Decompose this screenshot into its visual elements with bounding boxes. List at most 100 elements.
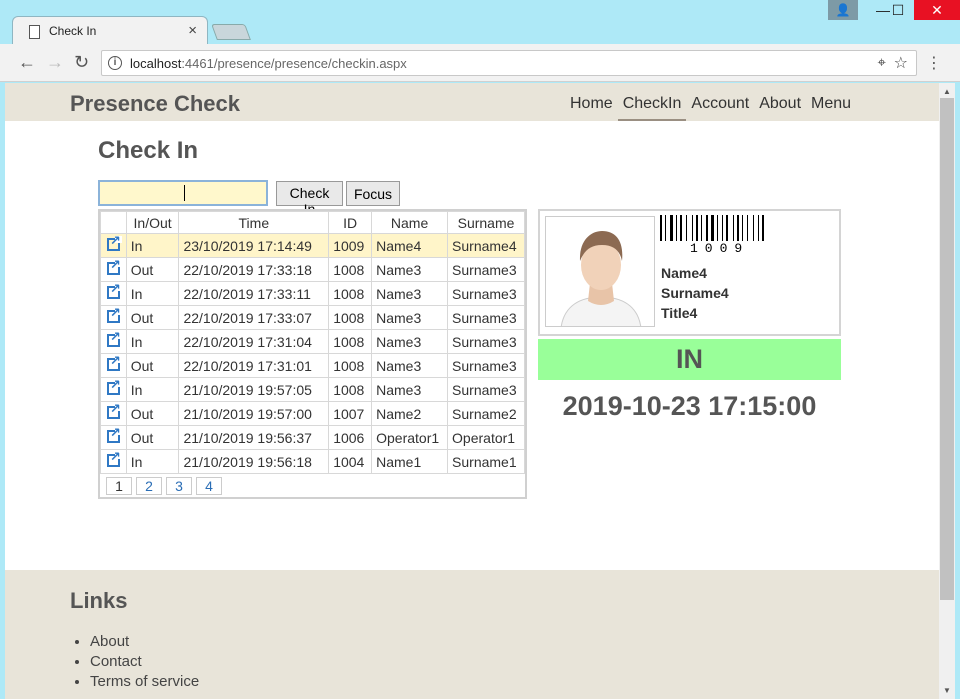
page-link-4[interactable]: 4 <box>196 477 222 495</box>
nav-menu[interactable]: Menu <box>806 83 856 121</box>
row-link-cell <box>100 353 127 378</box>
open-external-icon[interactable] <box>106 329 122 347</box>
column-header-id[interactable]: ID <box>328 211 373 234</box>
open-external-icon[interactable] <box>106 353 122 371</box>
page-link-1[interactable]: 1 <box>106 477 132 495</box>
pager: 1 2 3 4 <box>106 477 222 495</box>
column-header-time[interactable]: Time <box>178 211 330 234</box>
row-link-cell <box>100 401 127 426</box>
barcode-bar <box>742 215 743 241</box>
nav-account[interactable]: Account <box>686 83 754 121</box>
page-link-2[interactable]: 2 <box>136 477 162 495</box>
nav-home[interactable]: Home <box>565 83 618 121</box>
cell-surname: Surname3 <box>447 257 525 282</box>
cell-time: 21/10/2019 19:56:37 <box>178 425 330 450</box>
cell-inout: In <box>125 449 180 474</box>
card-surname: Surname4 <box>661 285 729 301</box>
scrollbar-thumb[interactable] <box>940 98 954 600</box>
row-link-cell <box>100 233 127 258</box>
table-row[interactable]: Out22/10/2019 17:33:071008Name3Surname3 <box>100 305 525 330</box>
cell-time: 21/10/2019 19:57:05 <box>178 377 330 402</box>
maximize-button[interactable]: ☐ <box>883 0 913 20</box>
table-row[interactable]: In21/10/2019 19:56:181004Name1Surname1 <box>100 449 525 474</box>
barcode-image <box>660 215 764 241</box>
cell-name: Name3 <box>371 377 449 402</box>
forward-icon[interactable]: → <box>46 52 64 73</box>
footer-link-about[interactable]: About <box>90 632 199 652</box>
cell-time: 22/10/2019 17:33:11 <box>178 281 330 306</box>
open-external-icon[interactable] <box>106 377 122 395</box>
barcode-bar <box>747 215 748 241</box>
table-row[interactable]: In23/10/2019 17:14:491009Name4Surname4 <box>100 233 525 258</box>
row-link-cell <box>100 257 127 282</box>
cell-inout: In <box>125 233 180 258</box>
id-input[interactable] <box>98 180 268 206</box>
footer-link-contact[interactable]: Contact <box>90 652 199 672</box>
row-link-cell <box>100 305 127 330</box>
table-row[interactable]: In22/10/2019 17:31:041008Name3Surname3 <box>100 329 525 354</box>
back-icon[interactable]: ← <box>18 52 36 73</box>
cell-id: 1008 <box>328 329 373 354</box>
open-external-icon[interactable] <box>106 449 122 467</box>
table-row[interactable]: In22/10/2019 17:33:111008Name3Surname3 <box>100 281 525 306</box>
info-icon[interactable]: i <box>108 56 122 70</box>
row-link-cell <box>100 377 127 402</box>
site-footer: Links About Contact Terms of service <box>5 570 939 699</box>
open-external-icon[interactable] <box>106 305 122 323</box>
column-header-inout[interactable]: In/Out <box>125 211 180 234</box>
bookmark-star-icon[interactable]: ☆ <box>894 53 908 73</box>
close-tab-icon[interactable]: × <box>188 22 197 39</box>
address-bar[interactable]: i localhost:4461/presence/presence/check… <box>101 50 917 76</box>
row-link-cell <box>100 425 127 450</box>
close-window-button[interactable]: ✕ <box>914 0 960 20</box>
page-title: Check In <box>98 137 199 164</box>
table-row[interactable]: In21/10/2019 19:57:051008Name3Surname3 <box>100 377 525 402</box>
open-external-icon[interactable] <box>106 233 122 251</box>
cell-inout: Out <box>125 353 180 378</box>
browser-menu-icon[interactable]: ⋮ <box>926 53 942 73</box>
nav-checkin[interactable]: CheckIn <box>617 83 687 121</box>
browser-tab[interactable]: Check In × <box>12 16 208 46</box>
check-in-button[interactable]: Check In <box>276 181 343 217</box>
nav-about[interactable]: About <box>754 83 806 121</box>
row-link-cell <box>100 281 127 306</box>
cell-surname: Surname3 <box>447 353 525 378</box>
row-link-cell <box>100 449 127 474</box>
open-external-icon[interactable] <box>106 425 122 443</box>
cell-time: 23/10/2019 17:14:49 <box>178 233 330 258</box>
vertical-scrollbar[interactable]: ▲ ▼ <box>939 83 955 699</box>
location-icon[interactable]: ⌖ <box>878 54 886 71</box>
cell-time: 22/10/2019 17:33:18 <box>178 257 330 282</box>
cell-id: 1007 <box>328 401 373 426</box>
cell-name: Name3 <box>371 305 449 330</box>
open-external-icon[interactable] <box>106 281 122 299</box>
focus-button[interactable]: Focus <box>346 181 400 206</box>
open-external-icon[interactable] <box>106 257 122 275</box>
column-header-name[interactable]: Name <box>371 211 449 234</box>
scroll-up-arrow-icon[interactable]: ▲ <box>943 87 951 96</box>
user-icon[interactable]: 👤 <box>828 0 858 20</box>
card-name: Name4 <box>661 265 707 281</box>
scroll-down-arrow-icon[interactable]: ▼ <box>943 686 951 695</box>
page-link-3[interactable]: 3 <box>166 477 192 495</box>
page-viewport: Presence Check Home CheckIn Account Abou… <box>5 83 939 699</box>
new-tab-button[interactable] <box>211 24 251 40</box>
barcode-bar <box>696 215 698 241</box>
status-timestamp: 2019-10-23 17:15:00 <box>562 391 817 421</box>
footer-link-terms[interactable]: Terms of service <box>90 672 199 692</box>
footer-links: About Contact Terms of service <box>90 632 199 692</box>
table-row[interactable]: Out21/10/2019 19:56:371006Operator1Opera… <box>100 425 525 450</box>
barcode-bar <box>733 215 734 241</box>
table-row[interactable]: Out22/10/2019 17:31:011008Name3Surname3 <box>100 353 525 378</box>
open-external-icon[interactable] <box>106 401 122 419</box>
person-photo <box>545 216 655 327</box>
table-row[interactable]: Out21/10/2019 19:57:001007Name2Surname2 <box>100 401 525 426</box>
site-brand[interactable]: Presence Check <box>70 91 240 117</box>
column-header-surname[interactable]: Surname <box>447 211 525 234</box>
barcode-bar <box>762 215 764 241</box>
table-row[interactable]: Out22/10/2019 17:33:181008Name3Surname3 <box>100 257 525 282</box>
cell-name: Name2 <box>371 401 449 426</box>
cell-id: 1008 <box>328 353 373 378</box>
reload-icon[interactable]: ↻ <box>74 52 89 73</box>
cell-time: 22/10/2019 17:31:01 <box>178 353 330 378</box>
